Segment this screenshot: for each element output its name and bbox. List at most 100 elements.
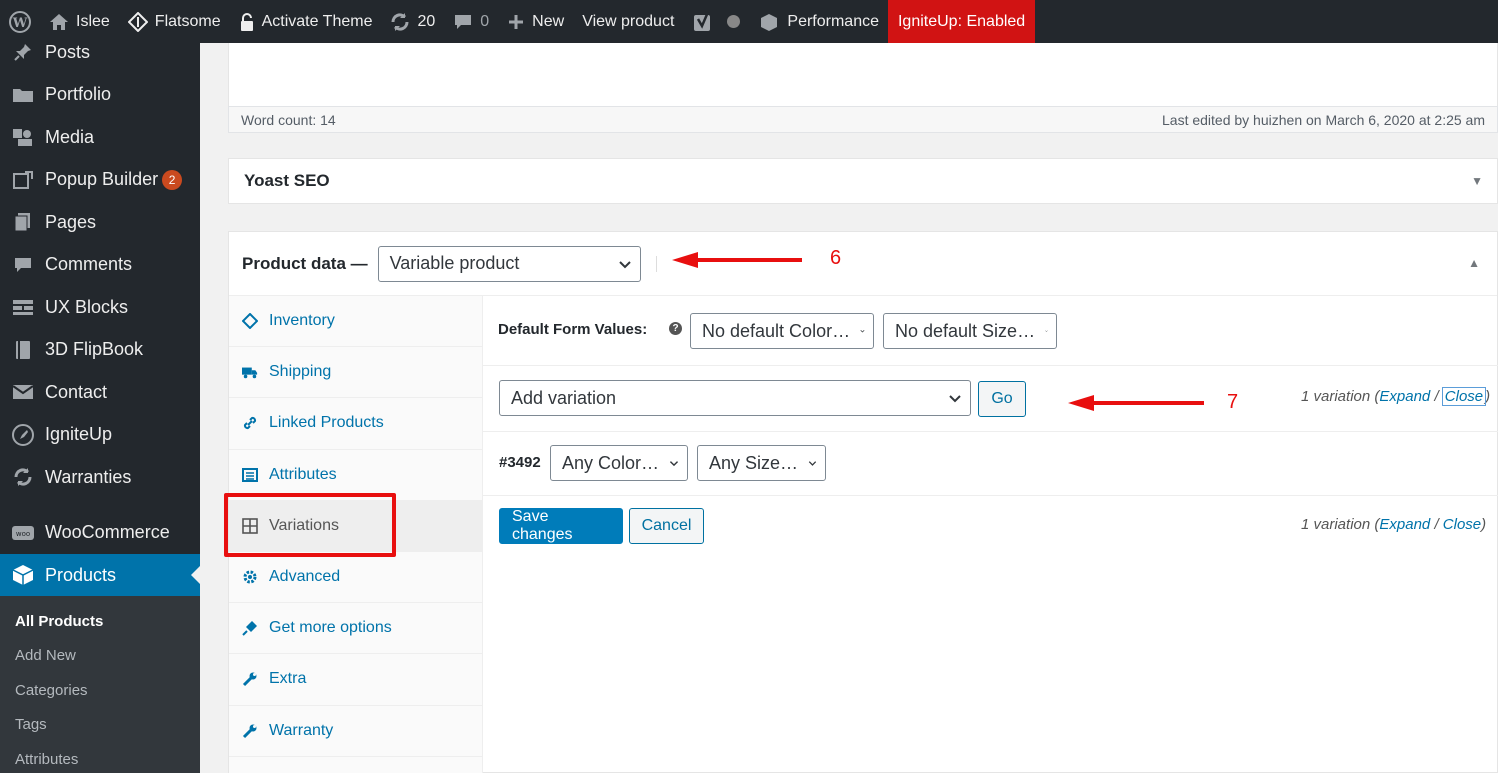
sidebar-item-popup-builder[interactable]: Popup Builder 2 (0, 159, 200, 202)
product-type-select[interactable]: Variable product (377, 245, 641, 282)
sidebar-item-portfolio[interactable]: Portfolio (0, 74, 200, 117)
site-name-button[interactable]: Islee (40, 0, 119, 43)
comments-button[interactable]: 0 (444, 0, 498, 43)
submenu-tags[interactable]: Tags (0, 708, 200, 743)
default-size-select[interactable]: No default Size… (883, 313, 1057, 349)
expand-link[interactable]: Expand (1379, 388, 1430, 405)
tab-get-more-options[interactable]: Get more options (229, 603, 482, 655)
sidebar-item-label: Pages (45, 211, 97, 232)
view-product-label: View product (582, 12, 675, 30)
variation-count-bottom: 1 variation (Expand / Close) (1301, 516, 1487, 533)
lock-icon (239, 12, 255, 32)
cancel-button[interactable]: Cancel (629, 508, 704, 544)
sidebar-item-label: Portfolio (45, 84, 112, 105)
igniteup-status-button[interactable]: IgniteUp: Enabled (887, 0, 1036, 43)
tab-extra[interactable]: Extra (229, 654, 482, 706)
go-button[interactable]: Go (978, 381, 1026, 417)
updates-count: 20 (417, 12, 436, 30)
default-color-value: No default Color… (702, 320, 851, 341)
performance-icon (758, 12, 780, 32)
submenu-attributes[interactable]: Attributes (0, 742, 200, 773)
sidebar-item-comments[interactable]: Comments (0, 244, 200, 287)
sidebar-item-pages[interactable]: Pages (0, 201, 200, 244)
flatsome-label: Flatsome (154, 12, 221, 30)
performance-button[interactable]: Performance (749, 0, 888, 43)
add-variation-select[interactable]: Add variation (499, 380, 971, 416)
variation-count-label: 1 variation (1301, 388, 1371, 405)
chevron-down-icon (860, 330, 865, 333)
refresh-icon (10, 466, 36, 488)
sidebar-item-contact[interactable]: Contact (0, 371, 200, 414)
sidebar-item-label: 3D FlipBook (45, 339, 144, 360)
tab-inventory[interactable]: Inventory (229, 296, 482, 348)
yoast-seo-box[interactable]: Yoast SEO ▼ (228, 158, 1498, 204)
tab-linked-products[interactable]: Linked Products (229, 398, 482, 450)
submenu-all-products[interactable]: All Products (0, 604, 200, 639)
help-icon[interactable]: ? (669, 322, 682, 335)
sidebar-item-igniteup[interactable]: IgniteUp (0, 414, 200, 457)
updates-button[interactable]: 20 (381, 0, 444, 43)
box-icon (10, 564, 36, 586)
sidebar-item-ux-blocks[interactable]: UX Blocks (0, 286, 200, 329)
sidebar-item-products[interactable]: Products (0, 554, 200, 596)
tab-advanced[interactable]: Advanced (229, 552, 482, 604)
variation-row: #3492 Any Color… Any Size… (483, 432, 1498, 496)
tab-label: Linked Products (269, 414, 384, 432)
tab-label: Warranty (269, 721, 334, 739)
close-link[interactable]: Close (1443, 516, 1481, 533)
yoast-button[interactable] (683, 0, 749, 43)
admin-sidebar: Posts Portfolio Media Popup Builder 2 Pages Co… (0, 42, 200, 773)
flatsome-button[interactable]: Flatsome (119, 0, 230, 43)
chevron-down-icon (808, 461, 817, 466)
sidebar-item-3d-flipbook[interactable]: 3D FlipBook (0, 329, 200, 372)
tab-warranty[interactable]: Warranty (229, 706, 482, 757)
sidebar-item-woocommerce[interactable]: woo WooCommerce (0, 512, 200, 555)
products-submenu: All Products Add New Categories Tags Att… (0, 596, 200, 773)
sidebar-item-label: WooCommerce (45, 522, 170, 543)
chevron-down-icon (618, 260, 631, 268)
submenu-categories[interactable]: Categories (0, 673, 200, 708)
editor-status-bar: Word count: 14 Last edited by huizhen on… (228, 106, 1498, 133)
igniteup-label: IgniteUp: Enabled (897, 12, 1026, 30)
variation-color-select[interactable]: Any Color… (550, 445, 688, 481)
slash-separator: / (1434, 516, 1439, 533)
seo-status-dot-icon (727, 15, 741, 28)
annotation-number-6: 6 (830, 247, 842, 269)
sidebar-item-label: Popup Builder (45, 169, 159, 190)
variation-count-label: 1 variation (1301, 516, 1371, 533)
add-variation-value: Add variation (511, 387, 617, 408)
variation-size-select[interactable]: Any Size… (697, 445, 826, 481)
sidebar-item-warranties[interactable]: Warranties (0, 456, 200, 499)
wordpress-logo-button[interactable]: W (0, 0, 40, 43)
editor-body[interactable] (228, 43, 1498, 106)
variation-color-value: Any Color… (562, 452, 660, 473)
tab-label: Shipping (269, 363, 332, 381)
tab-label: Attributes (269, 465, 337, 483)
expand-link[interactable]: Expand (1379, 516, 1430, 533)
main-content: Word count: 14 Last edited by huizhen on… (228, 43, 1498, 773)
activate-theme-label: Activate Theme (261, 12, 373, 30)
admin-menu: Posts Portfolio Media Popup Builder 2 Pages Co… (0, 31, 200, 596)
sidebar-item-media[interactable]: Media (0, 116, 200, 159)
tab-shipping[interactable]: Shipping (229, 347, 482, 399)
default-color-select[interactable]: No default Color… (690, 313, 874, 349)
save-changes-button[interactable]: Save changes (499, 508, 623, 544)
last-edited: Last edited by huizhen on March 6, 2020 … (1162, 111, 1485, 128)
comments-count: 0 (480, 12, 490, 30)
sidebar-item-label: Contact (45, 381, 108, 402)
media-icon (10, 126, 36, 148)
view-product-link[interactable]: View product (573, 0, 683, 43)
activate-theme-button[interactable]: Activate Theme (230, 0, 382, 43)
sidebar-item-label: IgniteUp (45, 424, 113, 445)
sidebar-item-label: UX Blocks (45, 296, 129, 317)
caret-down-icon[interactable]: ▼ (1471, 174, 1483, 188)
svg-text:woo: woo (16, 530, 30, 538)
chevron-down-icon (669, 461, 679, 467)
caret-up-icon[interactable]: ▲ (1468, 256, 1480, 270)
submenu-add-new[interactable]: Add New (0, 639, 200, 674)
close-link[interactable]: Close (1441, 387, 1487, 406)
book-icon (10, 339, 36, 361)
new-content-button[interactable]: New (498, 0, 573, 43)
woo-icon: woo (10, 522, 36, 544)
new-label: New (532, 12, 565, 30)
